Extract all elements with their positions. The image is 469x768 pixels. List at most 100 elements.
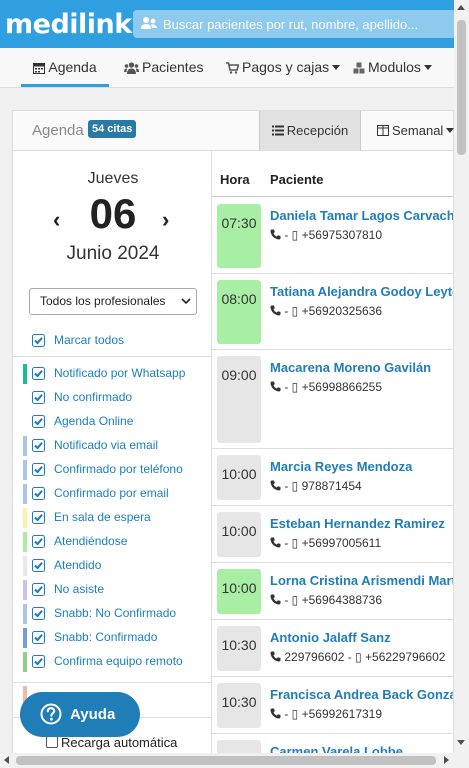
appointment-time-block[interactable]: 10:00 xyxy=(217,455,261,500)
phone-icon xyxy=(270,380,284,394)
table-row[interactable]: 10:30 Antonio Jalaff Sanz 229796602 - ▯ +… xyxy=(212,620,453,677)
columns-icon xyxy=(377,125,389,136)
view-semanal-label: Semanal xyxy=(392,123,444,138)
filter-item[interactable]: Agenda Online xyxy=(13,412,211,432)
filter-item[interactable]: Atendiéndose xyxy=(13,532,211,552)
filter-item[interactable]: No confirmado xyxy=(13,388,211,408)
appointment-time-block[interactable]: 08:00 xyxy=(217,280,261,344)
status-color-bar xyxy=(23,532,27,552)
column-hora: Hora xyxy=(220,172,250,187)
next-day-button[interactable]: › xyxy=(162,207,169,233)
appointment-time-block[interactable]: 07:30 xyxy=(217,204,261,268)
mark-all-checkbox[interactable]: Marcar todos xyxy=(13,331,211,351)
horizontal-scrollbar[interactable] xyxy=(0,753,454,768)
professional-select[interactable]: Todos los profesionales xyxy=(29,288,197,315)
tab-pacientes[interactable]: Pacientes xyxy=(124,48,203,87)
filter-label: Marcar todos xyxy=(54,333,125,347)
patient-phones: 229796602 - ▯ +56229796602 xyxy=(270,650,445,664)
filter-item[interactable]: Confirma equipo remoto xyxy=(13,652,211,672)
month-year: Junio 2024 xyxy=(66,243,160,264)
day-of-week: Jueves xyxy=(87,170,139,187)
view-semanal-button[interactable]: Semanal xyxy=(377,111,455,151)
question-circle-icon xyxy=(40,703,62,725)
checkbox-checked-icon xyxy=(32,535,45,553)
filter-item[interactable]: Snabb: No Confirmado xyxy=(13,604,211,624)
phone-icon xyxy=(270,479,284,493)
patient-search xyxy=(133,10,454,38)
cubes-icon xyxy=(353,62,365,74)
tab-modulos-label: Modulos xyxy=(368,59,421,75)
filter-item[interactable]: No asiste xyxy=(13,580,211,600)
tab-modulos[interactable]: Modulos xyxy=(353,48,432,87)
auto-reload-checkbox[interactable]: Recarga automática xyxy=(46,735,177,750)
tab-agenda[interactable]: Agenda xyxy=(21,48,109,87)
filter-item[interactable]: Notificado via email xyxy=(13,436,211,456)
scroll-down-arrow-icon[interactable] xyxy=(457,740,465,745)
appointment-time-block[interactable]: 10:00 xyxy=(217,512,261,557)
patient-name-link[interactable]: Marcia Reyes Mendoza xyxy=(270,459,412,474)
tab-pagos-label: Pagos y cajas xyxy=(242,59,330,75)
phone-icon xyxy=(270,536,284,550)
patient-phone-text: 229796602 - ▯ +56229796602 xyxy=(284,650,446,664)
filter-item[interactable]: Atendido xyxy=(13,556,211,576)
patient-phone-text: - ▯ +56964388736 xyxy=(284,593,383,607)
divider xyxy=(13,682,211,683)
tab-agenda-label: Agenda xyxy=(48,59,97,75)
patient-phone-text: - ▯ +56998866255 xyxy=(284,380,383,394)
checkbox-checked-icon xyxy=(32,415,45,433)
table-row[interactable]: 10:00 Marcia Reyes Mendoza - ▯ 978871454 xyxy=(212,449,453,506)
scrollbar-thumb[interactable] xyxy=(457,20,466,155)
search-input[interactable] xyxy=(163,10,451,38)
filter-item[interactable]: Notificado por Whatsapp xyxy=(13,364,211,384)
status-color-bar xyxy=(23,364,27,384)
help-label: Ayuda xyxy=(70,706,116,723)
checkbox-checked-icon xyxy=(32,439,45,457)
agenda-title: Agenda xyxy=(32,122,84,139)
appointment-time: 10:00 xyxy=(221,523,257,539)
agenda-header: Agenda 54 citas Recepción Semanal xyxy=(12,110,455,151)
checkbox-checked-icon xyxy=(32,367,45,385)
table-row[interactable]: 10:00 Esteban Hernandez Ramirez - ▯ +5699… xyxy=(212,506,453,563)
view-recepcion-button[interactable]: Recepción xyxy=(259,111,361,151)
table-row[interactable]: 09:00 Macarena Moreno Gavilán - ▯ +569988… xyxy=(212,350,453,449)
filter-item[interactable]: Confirmado por email xyxy=(13,484,211,504)
appointment-time-block[interactable]: 09:00 xyxy=(217,356,261,443)
scroll-left-arrow-icon[interactable] xyxy=(4,756,9,764)
checkbox-checked-icon xyxy=(32,487,45,505)
table-row[interactable]: 10:00 Lorna Cristina Arismendi Martinez -… xyxy=(212,563,453,620)
patient-name-link[interactable]: Macarena Moreno Gavilán xyxy=(270,360,431,375)
checkbox-checked-icon xyxy=(32,631,45,649)
filter-label: En sala de espera xyxy=(54,510,151,524)
table-row[interactable]: 10:30 Francisca Andrea Back Gonzalez - ▯ … xyxy=(212,677,453,734)
scroll-up-arrow-icon[interactable] xyxy=(457,5,465,10)
scroll-right-arrow-icon[interactable] xyxy=(444,756,449,764)
patient-name-link[interactable]: Daniela Tamar Lagos Carvacho xyxy=(270,208,453,223)
vertical-scrollbar[interactable] xyxy=(454,0,469,768)
patient-name-link[interactable]: Tatiana Alejandra Godoy Leyton xyxy=(270,284,453,299)
filter-label: Agenda Online xyxy=(54,414,134,428)
filter-item[interactable]: Confirmado por teléfono xyxy=(13,460,211,480)
patient-name-link[interactable]: Antonio Jalaff Sanz xyxy=(270,630,391,645)
filter-label: Notificado por Whatsapp xyxy=(54,366,186,380)
patient-name-link[interactable]: Esteban Hernandez Ramirez xyxy=(270,516,445,531)
filter-label: No confirmado xyxy=(54,390,133,404)
tab-pagos-y-cajas[interactable]: Pagos y cajas xyxy=(226,48,341,87)
filter-item[interactable]: En sala de espera xyxy=(13,508,211,528)
patient-phone-text: - ▯ +56997005611 xyxy=(284,536,382,550)
checkbox-checked-icon xyxy=(32,559,45,577)
help-button[interactable]: Ayuda xyxy=(20,692,140,737)
appointments-table: Hora Paciente 07:30 Daniela Tamar Lagos C… xyxy=(212,151,454,768)
phone-icon xyxy=(270,707,284,721)
patient-name-link[interactable]: Lorna Cristina Arismendi Martinez xyxy=(270,573,453,588)
table-row[interactable]: 07:30 Daniela Tamar Lagos Carvacho - ▯ +5… xyxy=(212,198,453,274)
checkbox-checked-icon xyxy=(32,655,45,673)
appointment-time-block[interactable]: 10:30 xyxy=(217,683,261,728)
filter-item[interactable]: Snabb: Confirmado xyxy=(13,628,211,648)
appointment-time-block[interactable]: 10:30 xyxy=(217,626,261,671)
appointment-time-block[interactable]: 10:00 xyxy=(217,569,261,614)
table-row[interactable]: 08:00 Tatiana Alejandra Godoy Leyton - ▯ … xyxy=(212,274,453,350)
scrollbar-thumb[interactable] xyxy=(16,756,436,765)
list-icon xyxy=(271,125,284,136)
patient-name-link[interactable]: Francisca Andrea Back Gonzalez xyxy=(270,687,453,702)
filter-label: Snabb: No Confirmado xyxy=(54,606,177,620)
